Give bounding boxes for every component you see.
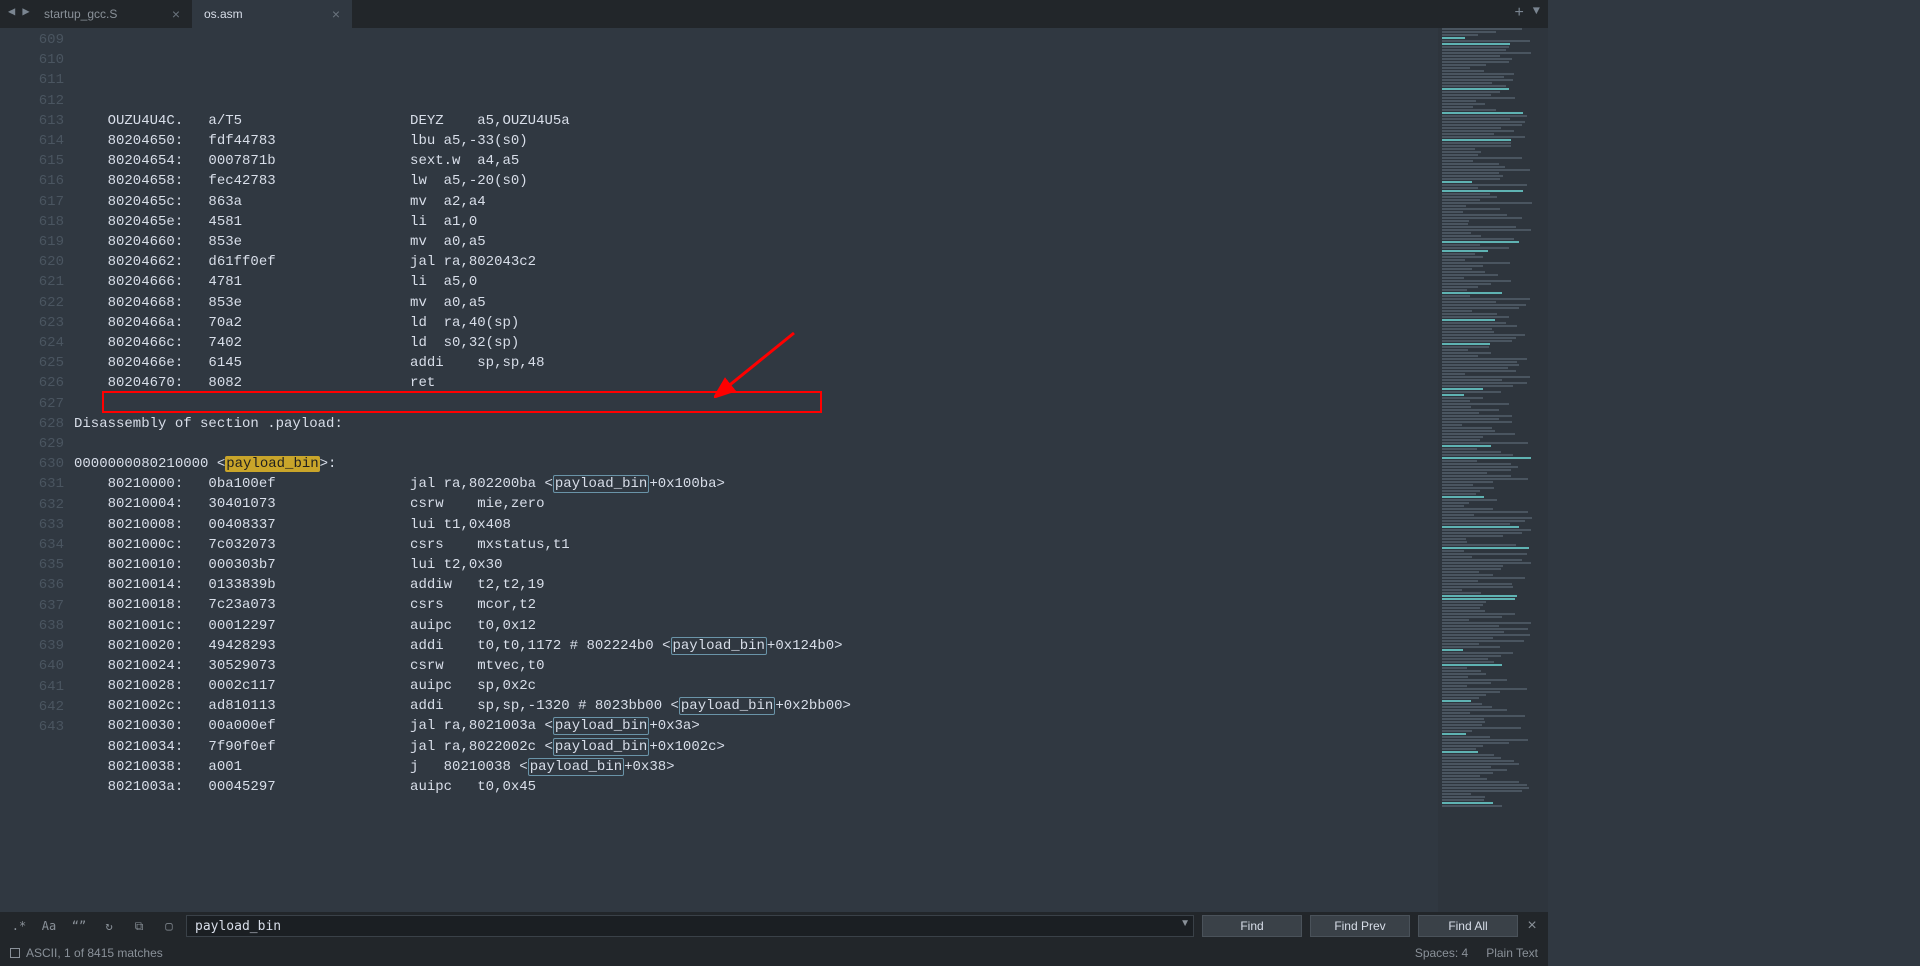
code-line[interactable]: 80204654: 0007871b sext.w a4,a5: [74, 151, 1438, 171]
close-search-icon[interactable]: ×: [1522, 917, 1542, 935]
code-line[interactable]: [74, 393, 1438, 413]
code-line[interactable]: 80210018: 7c23a073 csrs mcor,t2: [74, 595, 1438, 615]
code-line[interactable]: Disassembly of section .payload:: [74, 414, 1438, 434]
code-line[interactable]: 80204658: fec42783 lw a5,-20(s0): [74, 171, 1438, 191]
close-icon[interactable]: ×: [172, 6, 180, 22]
status-matches: ASCII, 1 of 8415 matches: [26, 946, 163, 960]
code-line[interactable]: 80210020: 49428293 addi t0,t0,1172 # 802…: [74, 636, 1438, 656]
tab-label: os.asm: [204, 7, 243, 21]
status-checkbox[interactable]: [10, 948, 20, 958]
status-syntax[interactable]: Plain Text: [1486, 946, 1538, 960]
code-line[interactable]: 80210014: 0133839b addiw t2,t2,19: [74, 575, 1438, 595]
editor: 6096106116126136146156166176186196206216…: [0, 28, 1548, 912]
find-button[interactable]: Find: [1202, 915, 1302, 937]
code-line[interactable]: 80204668: 853e mv a0,a5: [74, 293, 1438, 313]
selection-toggle[interactable]: ⧉: [126, 915, 152, 937]
tab-startup-gcc[interactable]: startup_gcc.S ×: [32, 0, 192, 28]
tab-bar: startup_gcc.S × os.asm × + ▼: [0, 0, 1548, 28]
code-line[interactable]: 8020466c: 7402 ld s0,32(sp): [74, 333, 1438, 353]
code-line[interactable]: 8021003a: 00045297 auipc t0,0x45: [74, 777, 1438, 797]
tab-menu-icon[interactable]: ▼: [1533, 4, 1540, 18]
code-line[interactable]: 80204650: fdf44783 lbu a5,-33(s0): [74, 131, 1438, 151]
word-toggle[interactable]: “”: [66, 915, 92, 937]
wrap-toggle[interactable]: ↻: [96, 915, 122, 937]
code-line[interactable]: 8020465e: 4581 li a1,0: [74, 212, 1438, 232]
code-line[interactable]: [74, 797, 1438, 817]
code-line[interactable]: 0000000080210000 <payload_bin>:: [74, 454, 1438, 474]
line-gutter: 6096106116126136146156166176186196206216…: [0, 28, 74, 912]
code-line[interactable]: 80210004: 30401073 csrw mie,zero: [74, 494, 1438, 514]
code-line[interactable]: 80204662: d61ff0ef jal ra,802043c2: [74, 252, 1438, 272]
code-line[interactable]: 80210030: 00a000ef jal ra,8021003a <payl…: [74, 716, 1438, 736]
search-panel: .* Aa “” ↻ ⧉ ▢ ▼ Find Find Prev Find All…: [0, 912, 1548, 940]
code-line[interactable]: 80204660: 853e mv a0,a5: [74, 232, 1438, 252]
find-prev-button[interactable]: Find Prev: [1310, 915, 1410, 937]
code-area[interactable]: OUZU4U4C. a/T5 DEYZ a5,OUZU4U5a 80204650…: [74, 28, 1438, 912]
search-input[interactable]: [186, 915, 1194, 937]
code-line[interactable]: 80210008: 00408337 lui t1,0x408: [74, 515, 1438, 535]
minimap[interactable]: [1438, 28, 1548, 912]
code-line[interactable]: 80210034: 7f90f0ef jal ra,8022002c <payl…: [74, 737, 1438, 757]
status-spaces[interactable]: Spaces: 4: [1415, 946, 1468, 960]
case-toggle[interactable]: Aa: [36, 915, 62, 937]
find-all-button[interactable]: Find All: [1418, 915, 1518, 937]
code-line[interactable]: [74, 434, 1438, 454]
code-line[interactable]: 80210024: 30529073 csrw mtvec,t0: [74, 656, 1438, 676]
code-line[interactable]: 80204666: 4781 li a5,0: [74, 272, 1438, 292]
tab-label: startup_gcc.S: [44, 7, 117, 21]
regex-toggle[interactable]: .*: [6, 915, 32, 937]
code-line[interactable]: 80204670: 8082 ret: [74, 373, 1438, 393]
status-bar: ASCII, 1 of 8415 matches Spaces: 4 Plain…: [0, 940, 1548, 966]
code-line[interactable]: 80210000: 0ba100ef jal ra,802200ba <payl…: [74, 474, 1438, 494]
code-line[interactable]: 8020466a: 70a2 ld ra,40(sp): [74, 313, 1438, 333]
code-line[interactable]: OUZU4U4C. a/T5 DEYZ a5,OUZU4U5a: [74, 111, 1438, 131]
close-icon[interactable]: ×: [332, 6, 340, 22]
code-line[interactable]: 8020465c: 863a mv a2,a4: [74, 192, 1438, 212]
code-line[interactable]: 8021000c: 7c032073 csrs mxstatus,t1: [74, 535, 1438, 555]
add-tab-icon[interactable]: +: [1514, 4, 1524, 22]
code-line[interactable]: 8021002c: ad810113 addi sp,sp,-1320 # 80…: [74, 696, 1438, 716]
code-line[interactable]: 80210038: a001 j 80210038 <payload_bin+0…: [74, 757, 1438, 777]
code-line[interactable]: 8021001c: 00012297 auipc t0,0x12: [74, 616, 1438, 636]
tab-os-asm[interactable]: os.asm ×: [192, 0, 352, 28]
code-line[interactable]: 80210028: 0002c117 auipc sp,0x2c: [74, 676, 1438, 696]
highlight-toggle[interactable]: ▢: [156, 915, 182, 937]
search-history-dropdown[interactable]: ▼: [1180, 918, 1190, 929]
code-line[interactable]: 80210010: 000303b7 lui t2,0x30: [74, 555, 1438, 575]
code-line[interactable]: 8020466e: 6145 addi sp,sp,48: [74, 353, 1438, 373]
nav-arrows[interactable]: ◀ ▶: [8, 4, 30, 19]
